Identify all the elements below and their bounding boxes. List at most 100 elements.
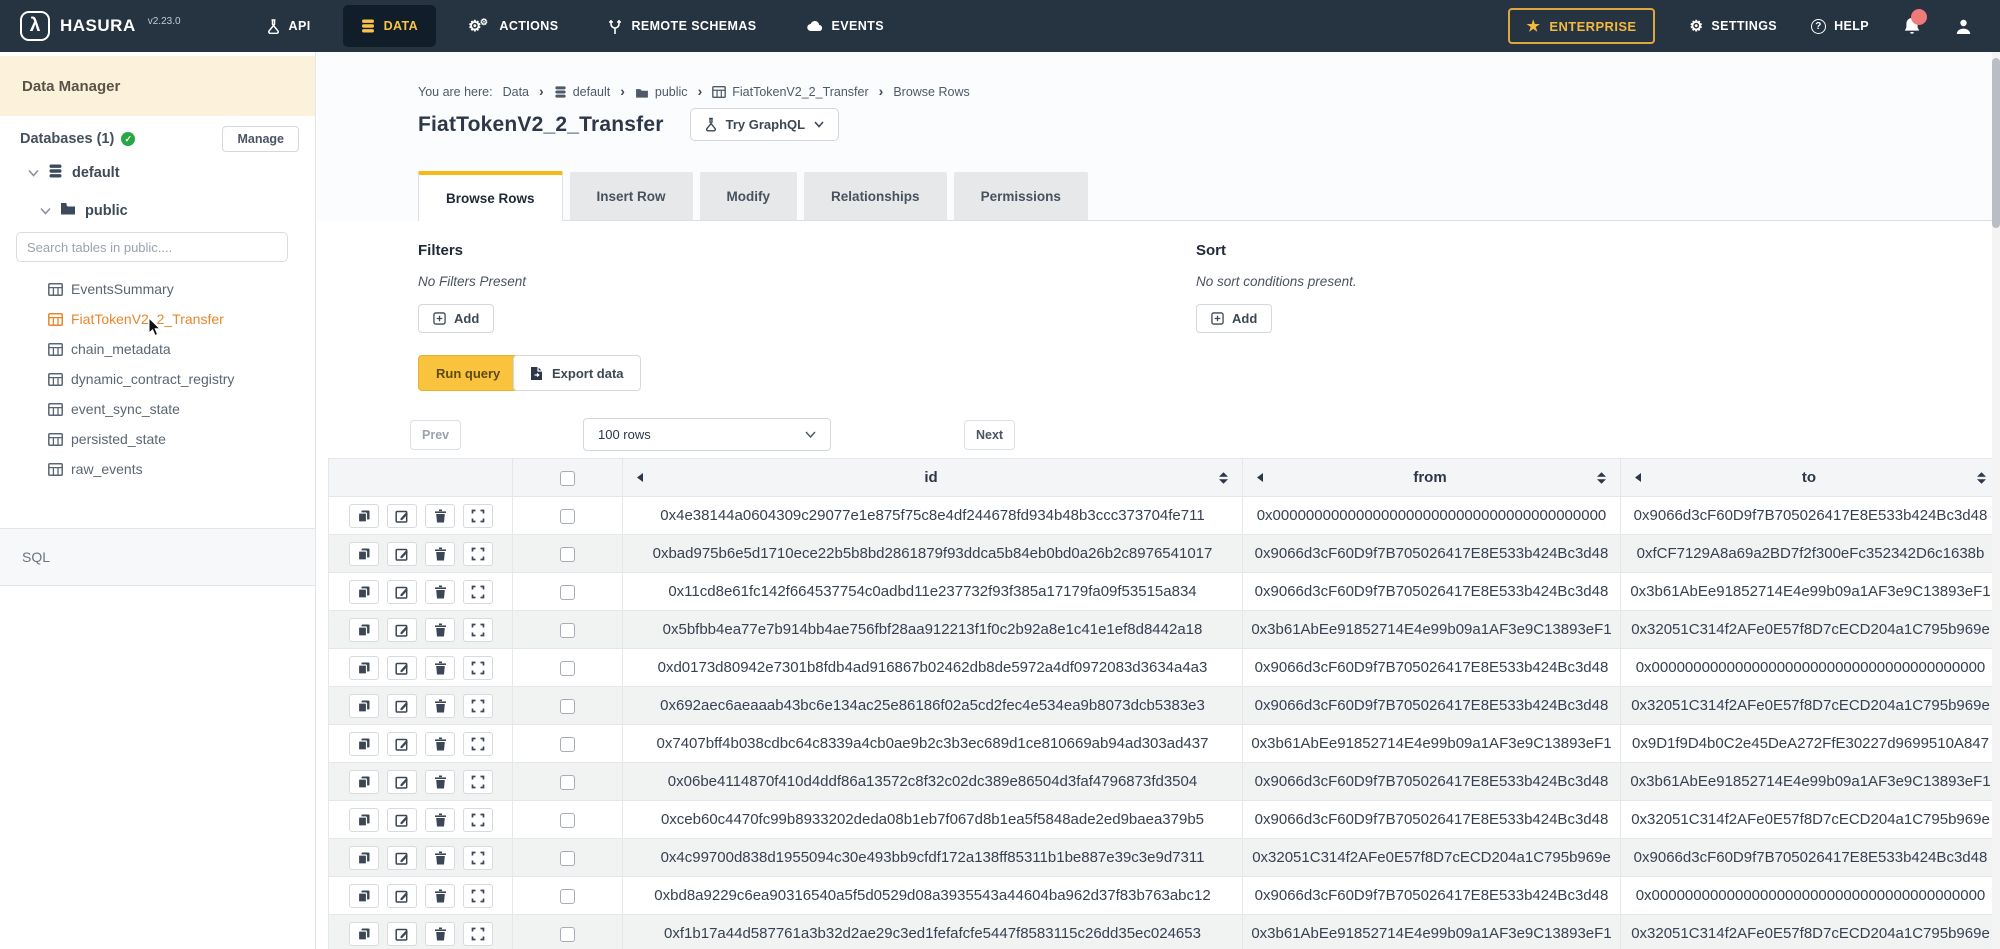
search-tables-input[interactable]	[16, 232, 288, 262]
edit-row-button[interactable]	[387, 732, 417, 756]
sidebar-table-item[interactable]: chain_metadata	[0, 334, 315, 364]
enterprise-button[interactable]: ★ ENTERPRISE	[1508, 8, 1656, 44]
nav-item-actions[interactable]: ⚙⚙ ACTIONS	[450, 5, 576, 47]
clone-row-button[interactable]	[349, 504, 379, 528]
clone-row-button[interactable]	[349, 542, 379, 566]
expand-row-button[interactable]	[463, 542, 493, 566]
clone-row-button[interactable]	[349, 656, 379, 680]
tab-modify[interactable]: Modify	[700, 172, 798, 220]
sidebar-table-item[interactable]: raw_events	[0, 454, 315, 484]
row-checkbox[interactable]	[560, 775, 575, 790]
expand-row-button[interactable]	[463, 884, 493, 908]
run-query-button[interactable]: Run query	[418, 355, 518, 391]
rows-per-page-select[interactable]: 100 rows	[583, 418, 831, 451]
next-page-button[interactable]: Next	[964, 420, 1015, 450]
row-checkbox[interactable]	[560, 585, 575, 600]
delete-row-button[interactable]	[425, 922, 455, 946]
clone-row-button[interactable]	[349, 732, 379, 756]
delete-row-button[interactable]	[425, 808, 455, 832]
edit-row-button[interactable]	[387, 884, 417, 908]
sort-icon[interactable]	[1219, 472, 1228, 484]
sort-icon[interactable]	[1597, 472, 1606, 484]
scrollbar-thumb[interactable]	[1992, 58, 2000, 228]
clone-row-button[interactable]	[349, 618, 379, 642]
sidebar-table-item[interactable]: EventsSummary	[0, 274, 315, 304]
delete-row-button[interactable]	[425, 656, 455, 680]
column-header-from[interactable]: from	[1243, 459, 1621, 497]
clone-row-button[interactable]	[349, 808, 379, 832]
manage-button[interactable]: Manage	[222, 126, 299, 152]
expand-row-button[interactable]	[463, 504, 493, 528]
row-checkbox[interactable]	[560, 547, 575, 562]
expand-row-button[interactable]	[463, 846, 493, 870]
delete-row-button[interactable]	[425, 770, 455, 794]
column-header-id[interactable]: id	[623, 459, 1243, 497]
expand-row-button[interactable]	[463, 580, 493, 604]
delete-row-button[interactable]	[425, 732, 455, 756]
edit-row-button[interactable]	[387, 846, 417, 870]
column-header-to[interactable]: to	[1621, 459, 2000, 497]
tree-node-default-db[interactable]: default	[28, 164, 120, 182]
edit-row-button[interactable]	[387, 808, 417, 832]
clone-row-button[interactable]	[349, 770, 379, 794]
breadcrumb-item-public[interactable]: public	[635, 85, 688, 99]
delete-row-button[interactable]	[425, 504, 455, 528]
clone-row-button[interactable]	[349, 884, 379, 908]
nav-item-api[interactable]: API	[249, 5, 329, 47]
row-checkbox[interactable]	[560, 509, 575, 524]
edit-row-button[interactable]	[387, 618, 417, 642]
clone-row-button[interactable]	[349, 580, 379, 604]
breadcrumb-item-browse-rows[interactable]: Browse Rows	[893, 85, 969, 99]
clone-row-button[interactable]	[349, 922, 379, 946]
delete-row-button[interactable]	[425, 694, 455, 718]
edit-row-button[interactable]	[387, 770, 417, 794]
expand-row-button[interactable]	[463, 618, 493, 642]
tab-relationships[interactable]: Relationships	[804, 172, 947, 220]
tree-node-public-schema[interactable]: public	[40, 202, 128, 219]
expand-row-button[interactable]	[463, 732, 493, 756]
breadcrumb-item-table[interactable]: FiatTokenV2_2_Transfer	[712, 85, 868, 99]
expand-row-button[interactable]	[463, 694, 493, 718]
delete-row-button[interactable]	[425, 846, 455, 870]
sidebar-table-item[interactable]: dynamic_contract_registry	[0, 364, 315, 394]
breadcrumb-item-data[interactable]: Data	[503, 85, 529, 99]
add-filter-button[interactable]: Add	[418, 304, 494, 333]
row-checkbox[interactable]	[560, 699, 575, 714]
row-checkbox[interactable]	[560, 927, 575, 942]
edit-row-button[interactable]	[387, 922, 417, 946]
sidebar-table-item[interactable]: persisted_state	[0, 424, 315, 454]
clone-row-button[interactable]	[349, 846, 379, 870]
try-graphql-button[interactable]: Try GraphQL	[690, 108, 839, 141]
tab-browse-rows[interactable]: Browse Rows	[418, 171, 563, 221]
prev-page-button[interactable]: Prev	[410, 420, 461, 450]
notifications-button[interactable]	[1903, 17, 1921, 36]
expand-row-button[interactable]	[463, 922, 493, 946]
expand-row-button[interactable]	[463, 770, 493, 794]
help-button[interactable]: ? HELP	[1811, 19, 1869, 34]
edit-row-button[interactable]	[387, 542, 417, 566]
delete-row-button[interactable]	[425, 618, 455, 642]
row-checkbox[interactable]	[560, 851, 575, 866]
sidebar-item-sql[interactable]: SQL	[0, 528, 315, 586]
nav-item-data[interactable]: DATA	[343, 5, 436, 47]
row-checkbox[interactable]	[560, 737, 575, 752]
nav-item-remote-schemas[interactable]: REMOTE SCHEMAS	[590, 5, 774, 47]
user-menu-button[interactable]	[1955, 18, 1972, 35]
export-data-button[interactable]: Export data	[513, 355, 641, 391]
delete-row-button[interactable]	[425, 542, 455, 566]
select-all-checkbox[interactable]	[560, 471, 575, 486]
expand-row-button[interactable]	[463, 808, 493, 832]
tab-permissions[interactable]: Permissions	[954, 172, 1088, 220]
nav-item-events[interactable]: EVENTS	[789, 5, 902, 47]
sort-icon[interactable]	[1977, 472, 1986, 484]
sidebar-table-item[interactable]: FiatTokenV2_2_Transfer	[0, 304, 315, 334]
hasura-logo[interactable]: λ HASURA v2.23.0	[20, 11, 181, 41]
row-checkbox[interactable]	[560, 623, 575, 638]
edit-row-button[interactable]	[387, 580, 417, 604]
tab-insert-row[interactable]: Insert Row	[570, 172, 693, 220]
settings-button[interactable]: ⚙ SETTINGS	[1689, 17, 1777, 35]
row-checkbox[interactable]	[560, 813, 575, 828]
edit-row-button[interactable]	[387, 694, 417, 718]
expand-row-button[interactable]	[463, 656, 493, 680]
clone-row-button[interactable]	[349, 694, 379, 718]
